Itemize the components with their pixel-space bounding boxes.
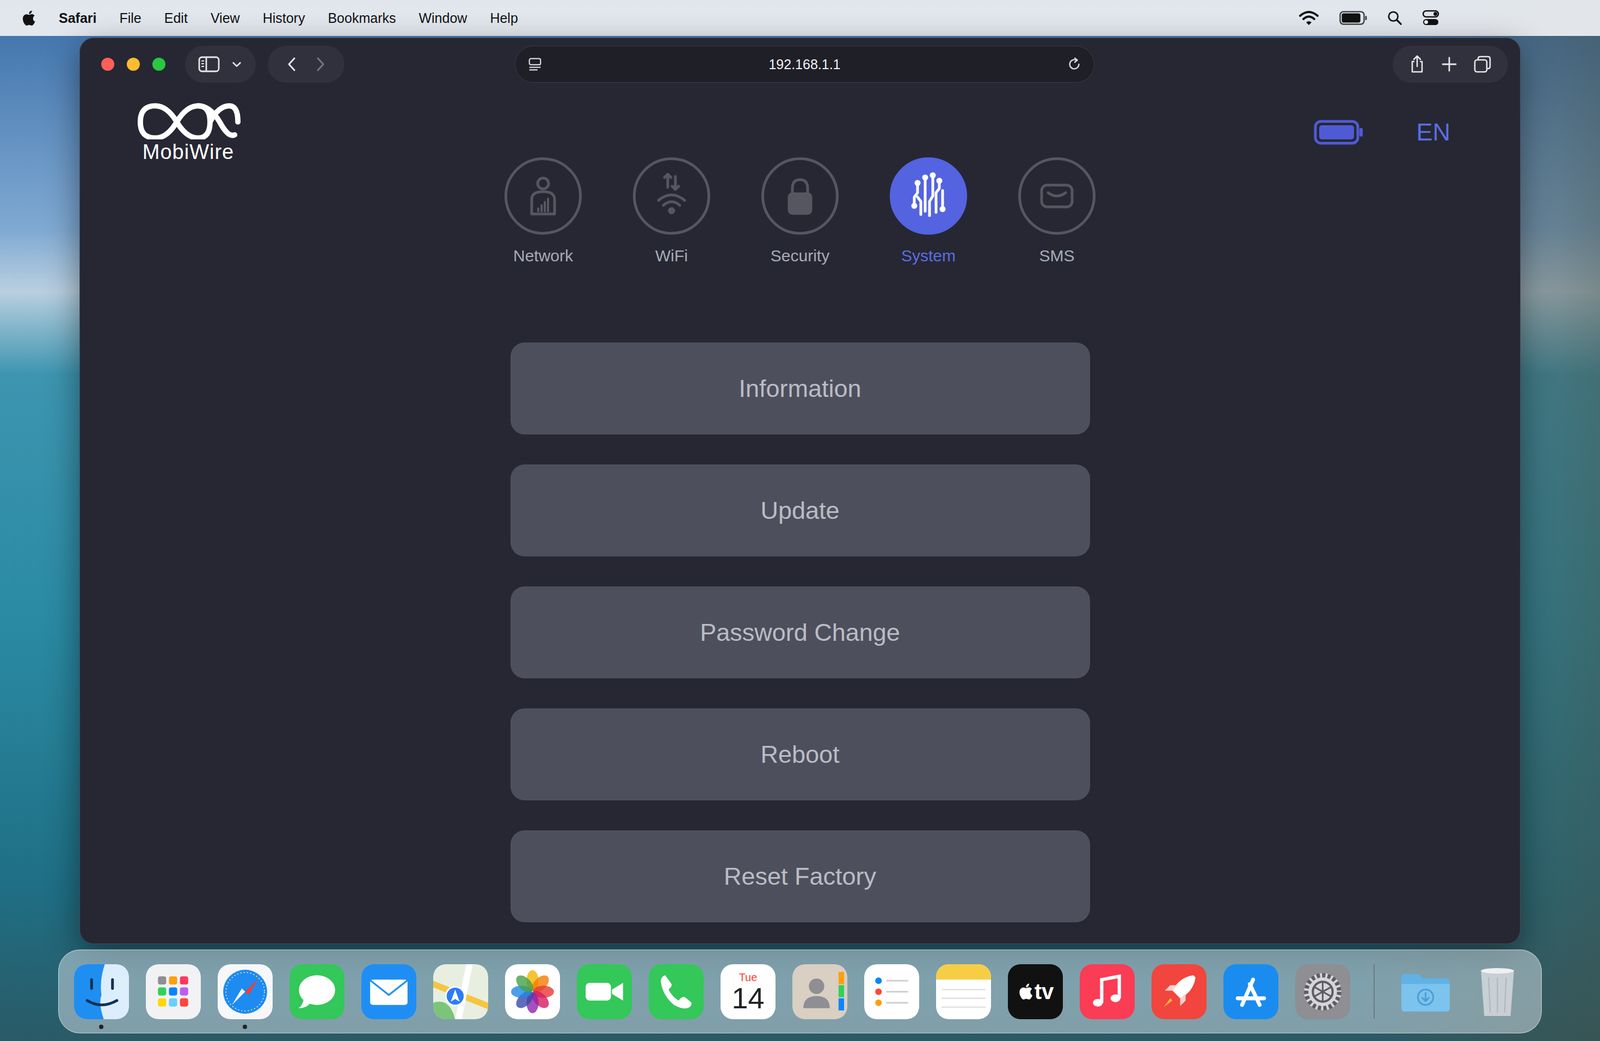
zoom-button[interactable] — [152, 57, 166, 71]
finder-icon[interactable] — [74, 963, 129, 1019]
battery-icon[interactable] — [1339, 10, 1368, 26]
chevron-down-icon[interactable] — [230, 58, 243, 71]
dock-item[interactable] — [936, 963, 992, 1019]
reminders-icon[interactable] — [864, 963, 920, 1019]
system-button[interactable]: Password Change — [510, 586, 1091, 679]
dock-item[interactable] — [1295, 963, 1351, 1019]
menu-item[interactable]: Edit — [164, 10, 188, 27]
menu-bar: Safari File Edit View History Bookmarks Windo… — [0, 0, 1600, 36]
security-icon — [772, 168, 828, 224]
language-switch[interactable]: EN — [1416, 118, 1451, 147]
dock-item[interactable] — [648, 963, 704, 1019]
dock-stack[interactable] — [1398, 963, 1454, 1019]
notes-icon[interactable] — [936, 963, 992, 1019]
trash-icon[interactable] — [1469, 963, 1525, 1019]
nav-tab[interactable]: System — [874, 157, 983, 266]
menu-item[interactable]: View — [210, 10, 240, 27]
search-icon[interactable] — [1387, 10, 1403, 26]
rocket-icon[interactable] — [1151, 963, 1207, 1019]
dock-item[interactable] — [145, 963, 201, 1019]
back-icon[interactable] — [285, 55, 299, 73]
running-indicator — [242, 1024, 248, 1029]
nav-tab[interactable]: Network — [488, 157, 598, 266]
menu-item[interactable]: Help — [489, 10, 518, 27]
dock-item[interactable] — [505, 963, 560, 1019]
address-bar[interactable]: 192.168.1.1 — [514, 45, 1095, 83]
dock-item[interactable] — [864, 963, 920, 1019]
apple-icon[interactable] — [20, 9, 36, 27]
calendar-icon[interactable]: Tue 14 — [720, 963, 776, 1019]
url-text[interactable]: 192.168.1.1 — [551, 56, 1058, 73]
settings-icon[interactable] — [1295, 963, 1351, 1019]
wifi-icon[interactable] — [1297, 9, 1320, 27]
dock-item[interactable] — [74, 963, 129, 1019]
dock-item[interactable] — [361, 963, 417, 1019]
music-icon[interactable] — [1079, 963, 1135, 1019]
photos-icon[interactable] — [505, 963, 560, 1019]
system-button[interactable]: Reset Factory — [510, 829, 1091, 922]
dock-item[interactable] — [433, 963, 489, 1019]
safari-window: 192.168.1.1 MobiWire EN Network WiFi Sec… — [79, 37, 1521, 944]
dock-stack[interactable] — [1469, 963, 1525, 1019]
dock-separator — [1373, 963, 1375, 1019]
system-icon — [901, 168, 956, 224]
mail-icon[interactable] — [361, 963, 417, 1019]
dock-item[interactable] — [1151, 963, 1207, 1019]
contacts-icon[interactable] — [792, 963, 848, 1019]
logo-loops-icon — [134, 100, 243, 140]
safari-icon[interactable] — [217, 963, 273, 1019]
mobiwire-logo[interactable]: MobiWire — [131, 100, 246, 164]
page-menu-icon[interactable] — [527, 56, 543, 72]
close-button[interactable] — [101, 57, 115, 71]
desktop: Safari File Edit View History Bookmarks Windo… — [0, 0, 1600, 1041]
dock-item[interactable] — [1223, 963, 1279, 1019]
maps-icon[interactable] — [433, 963, 489, 1019]
dock: Tue 14 tv — [58, 949, 1542, 1033]
wifi-icon — [644, 168, 699, 224]
dock-item[interactable] — [792, 963, 848, 1019]
dock-item[interactable]: Tue 14 — [720, 963, 776, 1019]
launchpad-icon[interactable] — [145, 963, 201, 1019]
dock-item[interactable] — [289, 963, 345, 1019]
system-menu: Information Update Password Change Reboot Re… — [80, 342, 1520, 922]
dock-item[interactable]: tv — [1007, 963, 1063, 1019]
new-tab-icon[interactable] — [1441, 56, 1458, 73]
appstore-icon[interactable] — [1223, 963, 1279, 1019]
phone-icon[interactable] — [648, 963, 704, 1019]
running-indicator — [99, 1024, 104, 1029]
apple-tv-icon[interactable]: tv — [1007, 963, 1063, 1019]
nav-tab[interactable]: Security — [745, 157, 855, 266]
apple-logo-icon — [1017, 981, 1034, 1001]
device-battery-icon — [1313, 119, 1364, 145]
forward-icon[interactable] — [314, 55, 328, 73]
nav-tab[interactable]: SMS — [1002, 157, 1112, 266]
nav-tabs: Network WiFi Security System SMS — [80, 157, 1520, 266]
nav-tab[interactable]: WiFi — [617, 157, 726, 266]
dock-item[interactable] — [217, 963, 273, 1019]
control-center-icon[interactable] — [1422, 9, 1440, 27]
sidebar-icon[interactable] — [198, 55, 220, 73]
reload-icon[interactable] — [1066, 56, 1082, 72]
dock-item[interactable] — [1079, 963, 1135, 1019]
system-button[interactable]: Reboot — [510, 708, 1091, 800]
downloads-icon[interactable] — [1398, 963, 1454, 1019]
toolbar: 192.168.1.1 — [80, 38, 1520, 83]
facetime-icon[interactable] — [576, 963, 632, 1019]
messages-icon[interactable] — [289, 963, 345, 1019]
sms-icon — [1029, 168, 1085, 224]
router-page: MobiWire EN Network WiFi Security System… — [80, 82, 1520, 944]
menu-item[interactable]: File — [119, 10, 141, 27]
share-icon[interactable] — [1408, 54, 1426, 75]
network-icon — [515, 168, 571, 224]
menu-item[interactable]: Bookmarks — [327, 10, 396, 27]
menu-app-name[interactable]: Safari — [58, 10, 97, 27]
minimize-button[interactable] — [126, 57, 140, 71]
sidebar-button[interactable] — [185, 45, 256, 83]
system-button[interactable]: Information — [510, 342, 1091, 435]
tabs-overview-icon[interactable] — [1473, 54, 1492, 74]
menu-item[interactable]: Window — [418, 10, 467, 27]
system-button[interactable]: Update — [510, 464, 1091, 557]
dock-item[interactable] — [576, 963, 632, 1019]
menu-item[interactable]: History — [262, 10, 306, 27]
